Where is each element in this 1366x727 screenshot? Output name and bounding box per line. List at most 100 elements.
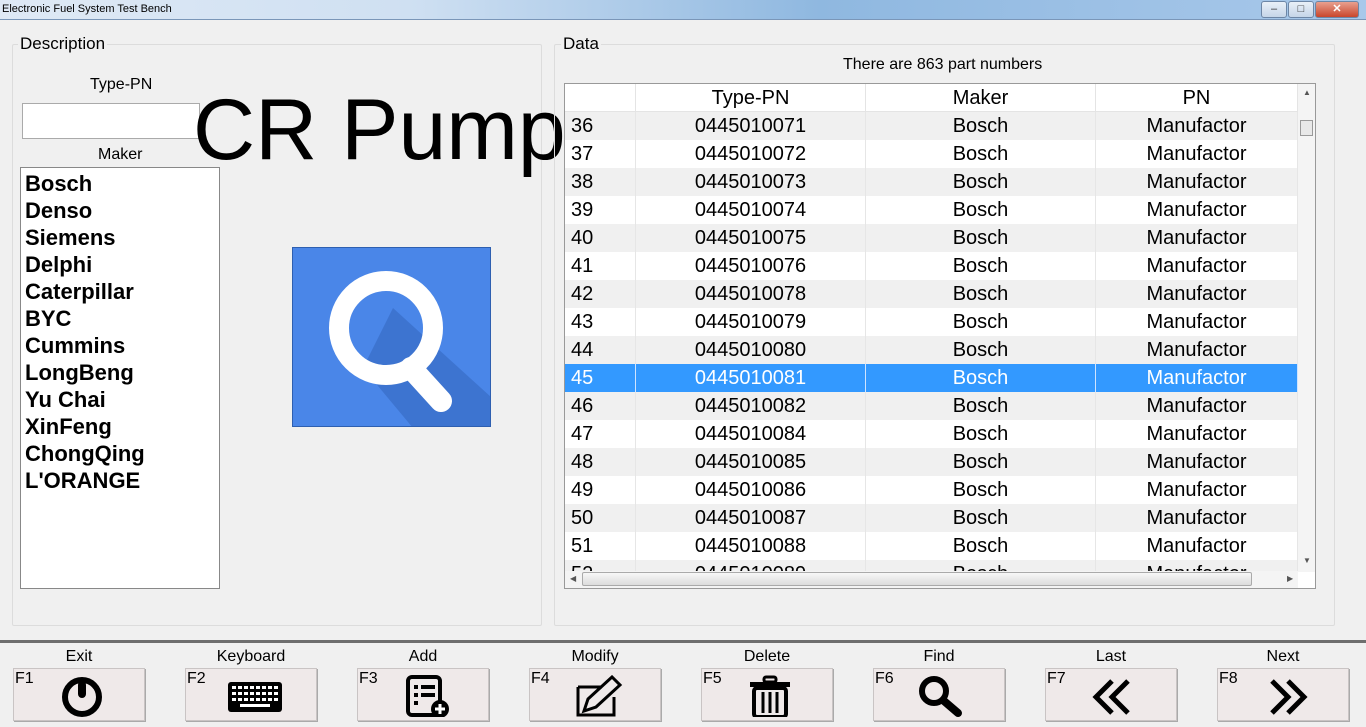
- double-chevron-left-icon: [1092, 679, 1130, 715]
- column-header-maker[interactable]: Maker: [866, 84, 1096, 112]
- row-pn-cell: Manufactor: [1096, 476, 1298, 504]
- row-pn-cell: Manufactor: [1096, 504, 1298, 532]
- row-pn-cell: Manufactor: [1096, 280, 1298, 308]
- row-maker-cell: Bosch: [866, 196, 1096, 224]
- vertical-scrollbar[interactable]: ▲ ▼: [1298, 84, 1315, 572]
- maker-item[interactable]: Siemens: [25, 224, 215, 251]
- find-button[interactable]: F6: [873, 668, 1005, 721]
- typepn-input[interactable]: [22, 103, 200, 139]
- power-icon: [62, 677, 102, 717]
- row-maker-cell: Bosch: [866, 476, 1096, 504]
- row-pn-cell: Manufactor: [1096, 196, 1298, 224]
- maker-item[interactable]: Yu Chai: [25, 386, 215, 413]
- table-row[interactable]: 41 0445010076 Bosch Manufactor: [565, 252, 1298, 280]
- row-index-cell: 52: [565, 560, 636, 571]
- maker-item[interactable]: Caterpillar: [25, 278, 215, 305]
- column-header-index[interactable]: [565, 84, 636, 112]
- table-row[interactable]: 49 0445010086 Bosch Manufactor: [565, 476, 1298, 504]
- function-key-label: F1: [15, 670, 34, 687]
- data-label: Data: [561, 34, 601, 54]
- row-index-cell: 50: [565, 504, 636, 532]
- table-row[interactable]: 44 0445010080 Bosch Manufactor: [565, 336, 1298, 364]
- horizontal-scrollbar[interactable]: ◀ ▶: [565, 571, 1298, 588]
- maker-item[interactable]: LongBeng: [25, 359, 215, 386]
- button-label-delete: Delete: [743, 648, 791, 665]
- table-row[interactable]: 51 0445010088 Bosch Manufactor: [565, 532, 1298, 560]
- maker-item[interactable]: Denso: [25, 197, 215, 224]
- vertical-scroll-thumb[interactable]: [1300, 120, 1313, 136]
- table-row[interactable]: 39 0445010074 Bosch Manufactor: [565, 196, 1298, 224]
- function-key-label: F7: [1047, 670, 1066, 687]
- maker-item[interactable]: Delphi: [25, 251, 215, 278]
- double-chevron-right-icon: [1270, 679, 1308, 715]
- row-index-cell: 40: [565, 224, 636, 252]
- row-pn-cell: Manufactor: [1096, 560, 1298, 571]
- maker-item[interactable]: XinFeng: [25, 413, 215, 440]
- row-maker-cell: Bosch: [866, 364, 1096, 392]
- row-maker-cell: Bosch: [866, 224, 1096, 252]
- row-typepn-cell: 0445010079: [636, 308, 866, 336]
- row-pn-cell: Manufactor: [1096, 448, 1298, 476]
- horizontal-scroll-thumb[interactable]: [582, 572, 1252, 586]
- table-row[interactable]: 40 0445010075 Bosch Manufactor: [565, 224, 1298, 252]
- window-title: Electronic Fuel System Test Bench: [2, 3, 172, 15]
- exit-button[interactable]: F1: [13, 668, 145, 721]
- scroll-left-arrow-icon[interactable]: ◀: [570, 574, 576, 583]
- table-row[interactable]: 38 0445010073 Bosch Manufactor: [565, 168, 1298, 196]
- next-button[interactable]: F8: [1217, 668, 1349, 721]
- row-typepn-cell: 0445010085: [636, 448, 866, 476]
- row-index-cell: 47: [565, 420, 636, 448]
- row-maker-cell: Bosch: [866, 560, 1096, 571]
- keyboard-button[interactable]: F2: [185, 668, 317, 721]
- search-icon: [329, 271, 490, 426]
- maker-item[interactable]: ChongQing: [25, 440, 215, 467]
- table-row[interactable]: 48 0445010085 Bosch Manufactor: [565, 448, 1298, 476]
- modify-button[interactable]: F4: [529, 668, 661, 721]
- table-row[interactable]: 46 0445010082 Bosch Manufactor: [565, 392, 1298, 420]
- scroll-up-arrow-icon[interactable]: ▲: [1303, 88, 1311, 97]
- add-button[interactable]: F3: [357, 668, 489, 721]
- row-typepn-cell: 0445010089: [636, 560, 866, 571]
- row-typepn-cell: 0445010072: [636, 140, 866, 168]
- delete-button[interactable]: F5: [701, 668, 833, 721]
- minimize-button[interactable]: –: [1261, 1, 1287, 18]
- table-row[interactable]: 520445010089BoschManufactor: [565, 560, 1298, 571]
- close-button[interactable]: ✕: [1315, 1, 1359, 18]
- button-label-next: Next: [1266, 648, 1300, 665]
- table-row[interactable]: 37 0445010072 Bosch Manufactor: [565, 140, 1298, 168]
- scroll-right-arrow-icon[interactable]: ▶: [1287, 574, 1293, 583]
- maker-item[interactable]: BYC: [25, 305, 215, 332]
- row-typepn-cell: 0445010082: [636, 392, 866, 420]
- row-maker-cell: Bosch: [866, 252, 1096, 280]
- search-icon: [919, 676, 962, 717]
- function-key-label: F5: [703, 670, 722, 687]
- row-maker-cell: Bosch: [866, 112, 1096, 140]
- maker-list[interactable]: Bosch Denso Siemens Delphi Caterpillar BYC Cum…: [20, 167, 220, 589]
- trash-icon: [750, 675, 790, 717]
- last-button[interactable]: F7: [1045, 668, 1177, 721]
- maker-item[interactable]: Bosch: [25, 170, 215, 197]
- row-typepn-cell: 0445010081: [636, 364, 866, 392]
- column-header-pn[interactable]: PN: [1096, 84, 1298, 112]
- title-bar: Electronic Fuel System Test Bench – □ ✕: [0, 0, 1366, 20]
- row-maker-cell: Bosch: [866, 308, 1096, 336]
- table-row[interactable]: 36 0445010071 Bosch Manufactor: [565, 112, 1298, 140]
- row-maker-cell: Bosch: [866, 420, 1096, 448]
- table-row[interactable]: 42 0445010078 Bosch Manufactor: [565, 280, 1298, 308]
- button-label-find: Find: [923, 648, 955, 665]
- scroll-down-arrow-icon[interactable]: ▼: [1303, 556, 1311, 565]
- row-maker-cell: Bosch: [866, 532, 1096, 560]
- maker-item[interactable]: Cummins: [25, 332, 215, 359]
- row-typepn-cell: 0445010088: [636, 532, 866, 560]
- table-row[interactable]: 43 0445010079 Bosch Manufactor: [565, 308, 1298, 336]
- maximize-button[interactable]: □: [1288, 1, 1314, 18]
- parts-table[interactable]: Type-PN Maker PN 36 0445010071 Bosch Manufa…: [564, 83, 1316, 589]
- search-tile-button[interactable]: [292, 247, 491, 427]
- row-index-cell: 42: [565, 280, 636, 308]
- button-label-last: Last: [1095, 648, 1127, 665]
- maker-item[interactable]: L'ORANGE: [25, 467, 215, 494]
- table-row[interactable]: 47 0445010084 Bosch Manufactor: [565, 420, 1298, 448]
- table-row[interactable]: 45 0445010081 Bosch Manufactor: [565, 364, 1298, 392]
- table-row[interactable]: 50 0445010087 Bosch Manufactor: [565, 504, 1298, 532]
- column-header-typepn[interactable]: Type-PN: [636, 84, 866, 112]
